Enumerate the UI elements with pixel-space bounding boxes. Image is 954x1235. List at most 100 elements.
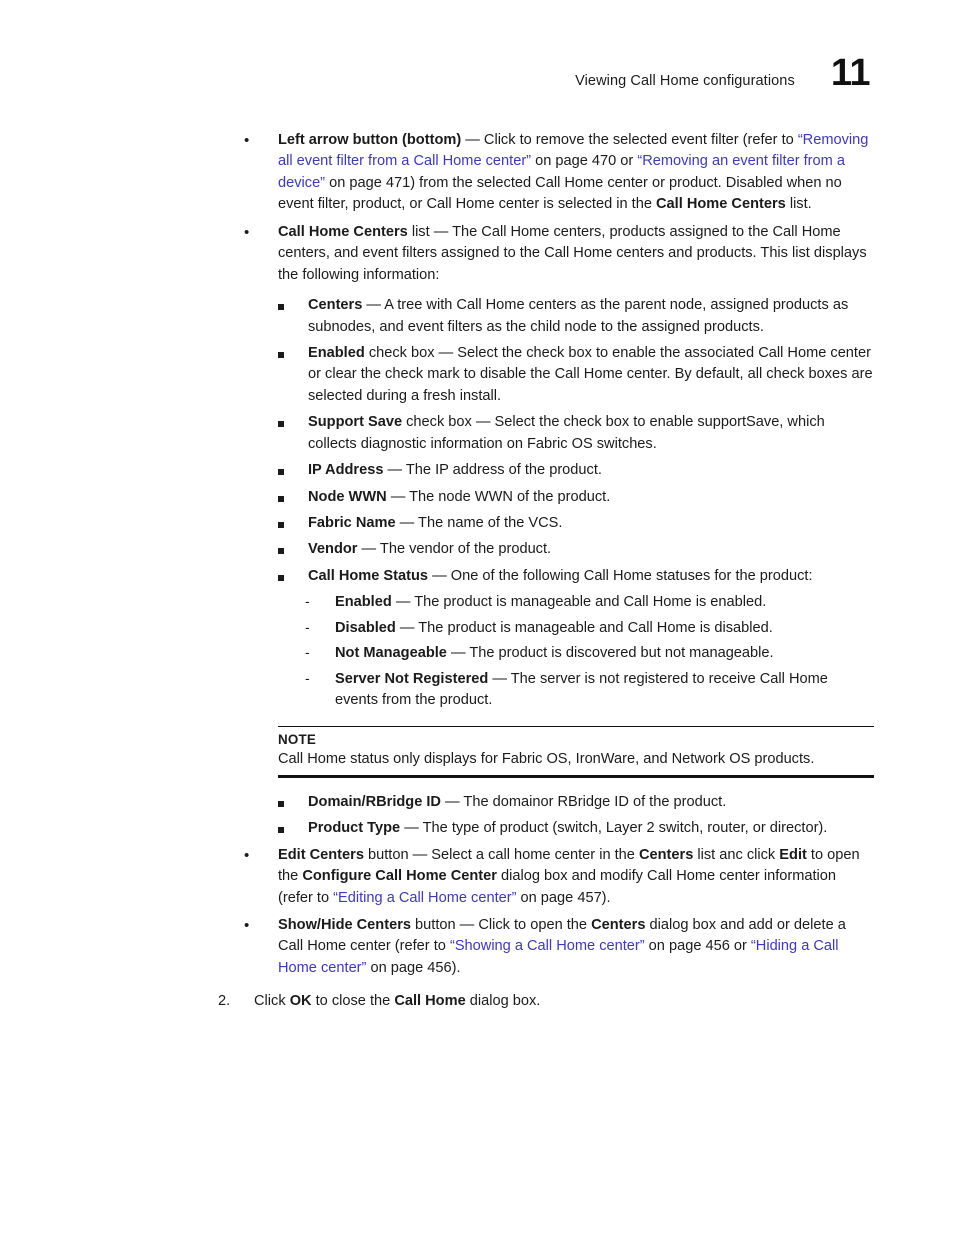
list-item-status-server-not-registered: Server Not Registered — The server is no… bbox=[305, 669, 874, 712]
text-run: — The type of product (switch, Layer 2 s… bbox=[400, 820, 828, 837]
term-call-home: Call Home bbox=[394, 993, 466, 1010]
page-content: Left arrow button (bottom) — Click to re… bbox=[210, 130, 874, 1013]
text-run: button — Click to open the bbox=[411, 916, 592, 933]
list-item-left-arrow-button: Left arrow button (bottom) — Click to re… bbox=[244, 130, 874, 216]
list-item-text: Enabled check box — Select the check box… bbox=[308, 343, 874, 407]
text-run: — The IP address of the product. bbox=[383, 462, 602, 479]
text-run: Click bbox=[254, 993, 290, 1010]
term-status-server-not-registered: Server Not Registered bbox=[335, 670, 489, 687]
note-text: Call Home status only displays for Fabri… bbox=[278, 750, 815, 767]
list-item-product-type: Product Type — The type of product (swit… bbox=[278, 818, 874, 839]
text-run: — A tree with Call Home centers as the p… bbox=[308, 297, 849, 335]
list-item-text: Enabled — The product is manageable and … bbox=[335, 592, 874, 613]
text-run: on page 456). bbox=[366, 959, 461, 976]
bullet-square-icon bbox=[278, 801, 308, 807]
text-run: — The domainor RBridge ID of the product… bbox=[440, 793, 727, 810]
chapter-number: 11 bbox=[830, 52, 871, 94]
term-left-arrow-button: Left arrow button (bottom) bbox=[278, 132, 462, 148]
list-item-ip-address: IP Address — The IP address of the produ… bbox=[278, 460, 874, 481]
bullet-square-icon bbox=[278, 548, 308, 554]
list-item-text: Product Type — The type of product (swit… bbox=[308, 818, 874, 839]
term-status-not-manageable: Not Manageable bbox=[335, 645, 447, 662]
text-run: dialog box. bbox=[465, 993, 541, 1010]
list-item-edit-centers-button: Edit Centers button — Select a call home… bbox=[244, 845, 874, 909]
list-item-show-hide-centers-button: Show/Hide Centers button — Click to open… bbox=[244, 915, 874, 979]
step-text: Click OK to close the Call Home dialog b… bbox=[254, 991, 874, 1012]
list-item-text: Disabled — The product is manageable and… bbox=[335, 618, 874, 639]
list-item-support-save-checkbox: Support Save check box — Select the chec… bbox=[278, 412, 874, 455]
bullet-dot-icon bbox=[244, 130, 278, 151]
list-item-vendor: Vendor — The vendor of the product. bbox=[278, 539, 874, 560]
list-item-text: Vendor — The vendor of the product. bbox=[308, 539, 874, 560]
text-run: to close the bbox=[311, 993, 395, 1010]
list-item-call-home-status: Call Home Status — One of the following … bbox=[278, 566, 874, 587]
list-item-status-not-manageable: Not Manageable — The product is discover… bbox=[305, 643, 874, 664]
bullet-dash-icon bbox=[305, 592, 335, 612]
bullet-dot-icon bbox=[244, 915, 278, 936]
list-item-status-disabled: Disabled — The product is manageable and… bbox=[305, 618, 874, 639]
term-status-disabled: Disabled bbox=[335, 619, 396, 636]
bullet-dash-icon bbox=[305, 618, 335, 638]
term-call-home-centers: Call Home Centers bbox=[656, 196, 786, 213]
list-item-text: Fabric Name — The name of the VCS. bbox=[308, 513, 874, 534]
term-ok: OK bbox=[289, 993, 312, 1010]
list-item-enabled-checkbox: Enabled check box — Select the check box… bbox=[278, 343, 874, 407]
list-item-text: Call Home Status — One of the following … bbox=[308, 566, 874, 587]
bullet-square-icon bbox=[278, 522, 308, 528]
term-edit: Edit bbox=[779, 846, 807, 863]
list-item-call-home-centers-list: Call Home Centers list — The Call Home c… bbox=[244, 222, 874, 286]
bullet-dash-icon bbox=[305, 669, 335, 689]
list-item-text: Server Not Registered — The server is no… bbox=[335, 669, 874, 712]
list-item-status-enabled: Enabled — The product is manageable and … bbox=[305, 592, 874, 613]
term-call-home-centers: Call Home Centers bbox=[278, 223, 408, 240]
list-item-text: IP Address — The IP address of the produ… bbox=[308, 460, 874, 481]
text-run: — The node WWN of the product. bbox=[386, 488, 611, 505]
text-run: — The product is manageable and Call Hom… bbox=[395, 619, 773, 636]
term-centers: Centers bbox=[591, 916, 646, 933]
numbered-step-2: 2. Click OK to close the Call Home dialo… bbox=[218, 991, 874, 1012]
bullet-dot-icon bbox=[244, 222, 278, 243]
page-header: Viewing Call Home configurations 11 bbox=[0, 54, 870, 92]
term-fabric-name: Fabric Name bbox=[308, 515, 396, 531]
text-run: check box — Select the check box to enab… bbox=[308, 344, 873, 404]
list-item-text: Support Save check box — Select the chec… bbox=[308, 412, 874, 455]
bullet-square-icon bbox=[278, 827, 308, 833]
term-status-enabled: Enabled bbox=[335, 594, 392, 611]
text-run: button — Select a call home center in th… bbox=[363, 846, 639, 863]
term-centers: Centers bbox=[638, 846, 694, 863]
bullet-dash-icon bbox=[305, 643, 335, 663]
term-support-save: Support Save bbox=[308, 414, 403, 431]
text-run: list. bbox=[785, 196, 812, 213]
list-item-text: Left arrow button (bottom) — Click to re… bbox=[278, 130, 874, 216]
term-product-type: Product Type bbox=[308, 820, 401, 837]
text-run: on page 456 or bbox=[644, 938, 751, 955]
text-run: — One of the following Call Home statuse… bbox=[428, 567, 813, 584]
step-number: 2. bbox=[218, 993, 231, 1010]
text-run: on page 470 or bbox=[531, 153, 638, 170]
list-item-text: Node WWN — The node WWN of the product. bbox=[308, 487, 874, 508]
term-node-wwn: Node WWN bbox=[308, 488, 387, 505]
text-run: — The vendor of the product. bbox=[357, 541, 552, 558]
cross-reference-link-editing-a-call-home-center[interactable]: “Editing a Call Home center” bbox=[333, 890, 516, 906]
list-item-text: Show/Hide Centers button — Click to open… bbox=[278, 915, 874, 979]
text-run: — Click to remove the selected event fil… bbox=[461, 132, 798, 148]
bullet-dot-icon bbox=[244, 845, 278, 866]
list-item-text: Domain/RBridge ID — The domainor RBridge… bbox=[308, 792, 874, 813]
list-item-text: Edit Centers button — Select a call home… bbox=[278, 845, 874, 909]
text-run: — The product is manageable and Call Hom… bbox=[391, 594, 767, 611]
term-vendor: Vendor bbox=[308, 541, 358, 558]
list-item-node-wwn: Node WWN — The node WWN of the product. bbox=[278, 487, 874, 508]
term-ip-address: IP Address bbox=[308, 462, 384, 479]
text-run: — The name of the VCS. bbox=[395, 515, 563, 531]
list-item-domain-rbridge-id: Domain/RBridge ID — The domainor RBridge… bbox=[278, 792, 874, 813]
text-run: list anc click bbox=[693, 846, 780, 863]
term-call-home-status: Call Home Status bbox=[308, 567, 429, 584]
document-page: Viewing Call Home configurations 11 Left… bbox=[0, 0, 954, 1235]
bullet-square-icon bbox=[278, 575, 308, 581]
bullet-square-icon bbox=[278, 352, 308, 358]
term-edit-centers: Edit Centers bbox=[278, 846, 364, 863]
text-run: — The product is discovered but not mana… bbox=[446, 645, 774, 662]
note-label: NOTE bbox=[278, 731, 316, 747]
cross-reference-link-showing-a-call-home-center[interactable]: “Showing a Call Home center” bbox=[450, 938, 645, 954]
list-item-text: Centers — A tree with Call Home centers … bbox=[308, 295, 874, 338]
